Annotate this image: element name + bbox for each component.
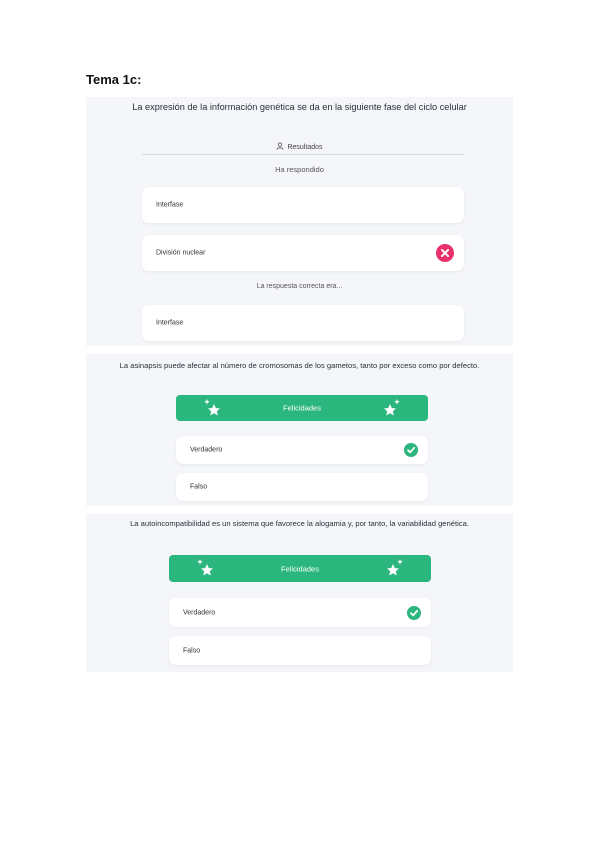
success-banner: Felicidades: [169, 555, 431, 582]
question-card-3: La autoincompatibilidad es un sistema qu…: [86, 514, 513, 672]
option-label: Falso: [190, 483, 208, 491]
option-label: Verdadero: [183, 609, 216, 616]
correct-answer-label: La respuesta correcta era...: [256, 283, 343, 290]
answered-label: Ha respondido: [275, 165, 324, 174]
wrong-answer-icon: [436, 244, 454, 262]
option-label: Interfase: [156, 319, 184, 327]
answer-option-selected-correct[interactable]: Verdadero: [169, 598, 431, 627]
check-icon: [404, 443, 418, 457]
question-text: La asinapsis puede afectar al número de …: [119, 361, 480, 370]
answer-option-selected-wrong[interactable]: División nuclear: [142, 235, 464, 271]
question-text: La expresión de la información genética …: [132, 102, 467, 112]
document-title: Tema 1c:: [86, 72, 142, 87]
success-banner: Felicidades: [176, 395, 428, 421]
results-label: Resultados: [287, 144, 323, 151]
answer-option-selected-correct[interactable]: Verdadero: [176, 436, 428, 464]
answer-option[interactable]: Falso: [169, 636, 431, 665]
sparkle-star-icon: [384, 399, 400, 416]
check-icon: [407, 605, 421, 620]
option-label: Interfase: [156, 201, 184, 209]
option-label: División nuclear: [156, 249, 206, 257]
option-label: Falso: [183, 647, 201, 654]
question-card-2: La asinapsis puede afectar al número de …: [86, 354, 513, 506]
answer-option[interactable]: Interfase: [142, 187, 464, 223]
user-icon: [276, 142, 285, 150]
sparkle-star-icon: [387, 559, 403, 576]
option-label: Verdadero: [190, 446, 223, 454]
correct-answer-option: Interfase: [142, 305, 464, 341]
answer-option[interactable]: Falso: [176, 473, 428, 501]
results-header: Resultados: [86, 142, 513, 151]
divider: [142, 154, 464, 155]
question-text: La autoincompatibilidad es un sistema qu…: [130, 519, 469, 528]
question-card-1: La expresión de la información genética …: [86, 97, 513, 346]
